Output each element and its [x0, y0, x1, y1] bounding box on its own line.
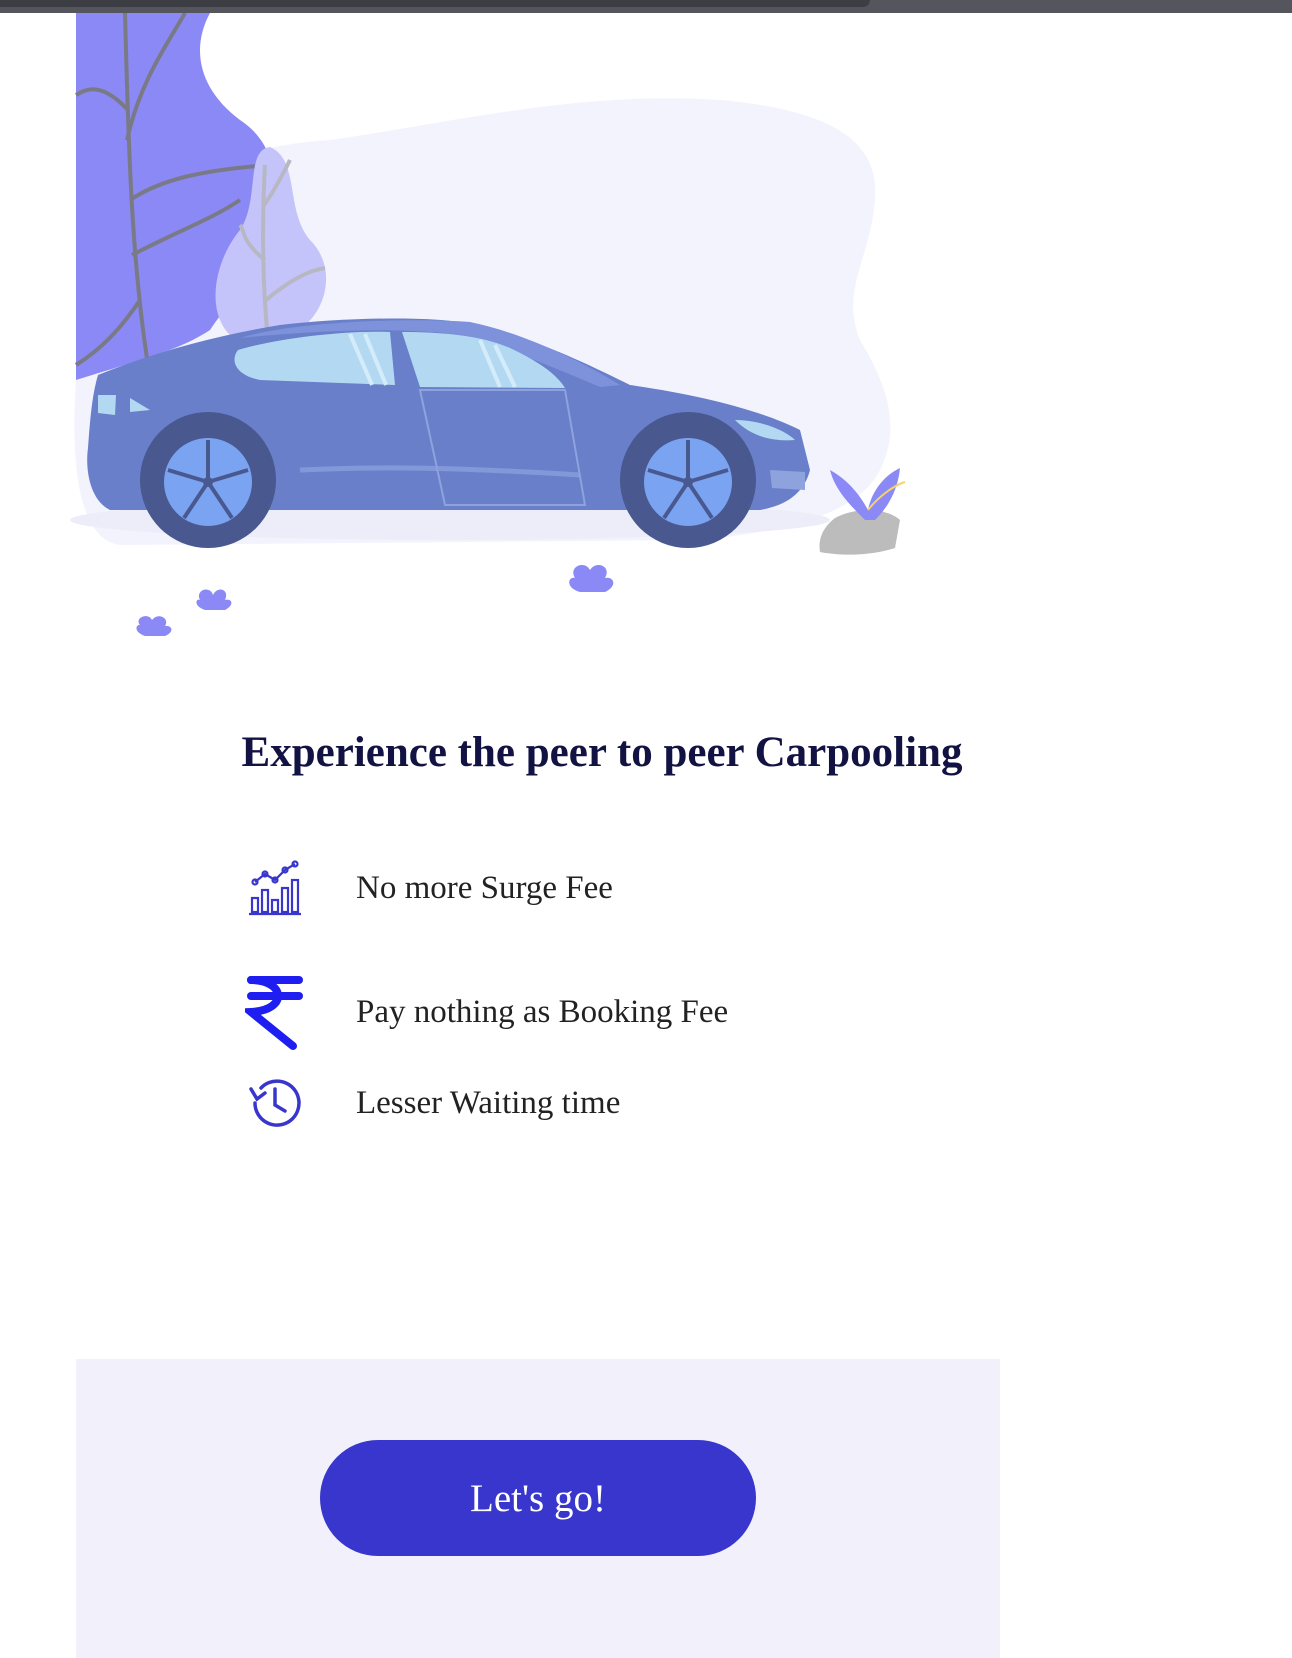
ground-bushes — [136, 564, 614, 636]
car-illustration — [70, 13, 906, 636]
car-tail-light — [98, 395, 116, 415]
feature-item-surge-fee: No more Surge Fee — [240, 860, 613, 916]
page-headline: Experience the peer to peer Carpooling — [241, 729, 963, 776]
feature-label: Pay nothing as Booking Fee — [356, 993, 729, 1030]
feature-label: Lesser Waiting time — [356, 1084, 621, 1121]
rock — [819, 510, 900, 555]
feature-label: No more Surge Fee — [356, 869, 613, 906]
feature-item-waiting-time: Lesser Waiting time — [240, 1075, 620, 1131]
browser-tab-strip — [0, 0, 870, 7]
footer-panel: Let's go! — [76, 1359, 1000, 1658]
car-bumper — [770, 470, 805, 490]
rupee-icon — [240, 972, 310, 1052]
clock-history-icon — [240, 1075, 310, 1131]
browser-top-bar — [0, 0, 1292, 13]
lets-go-button[interactable]: Let's go! — [320, 1440, 756, 1556]
feature-item-booking-fee: Pay nothing as Booking Fee — [240, 972, 728, 1052]
rear-wheel — [153, 427, 263, 537]
chart-icon — [240, 860, 310, 916]
front-wheel — [633, 427, 743, 537]
